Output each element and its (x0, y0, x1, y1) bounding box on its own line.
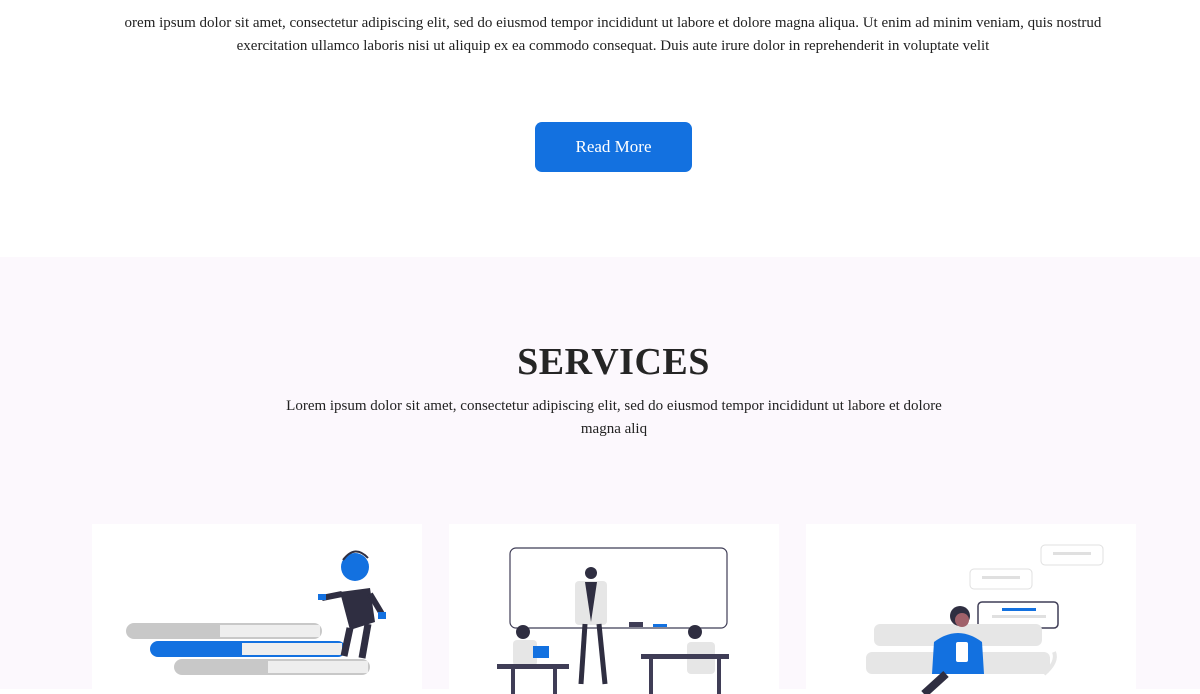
about-paragraph: orem ipsum dolor sit amet, consectetur a… (124, 15, 1102, 54)
service-card-3[interactable] (806, 524, 1136, 694)
service-card-1[interactable] (92, 524, 422, 694)
person-with-phone-chat-illustration (866, 544, 1104, 694)
services-subtitle: Lorem ipsum dolor sit amet, consectetur … (286, 398, 942, 437)
service-card-2[interactable] (449, 524, 779, 694)
services-section: SERVICES Lorem ipsum dolor sit amet, con… (0, 257, 1200, 694)
about-section: orem ipsum dolor sit amet, consectetur a… (0, 0, 1200, 257)
classroom-whiteboard-illustration (497, 547, 729, 694)
services-title: SERVICES (517, 341, 710, 383)
person-climbing-books-illustration (126, 550, 386, 675)
read-more-button[interactable]: Read More (535, 122, 692, 172)
